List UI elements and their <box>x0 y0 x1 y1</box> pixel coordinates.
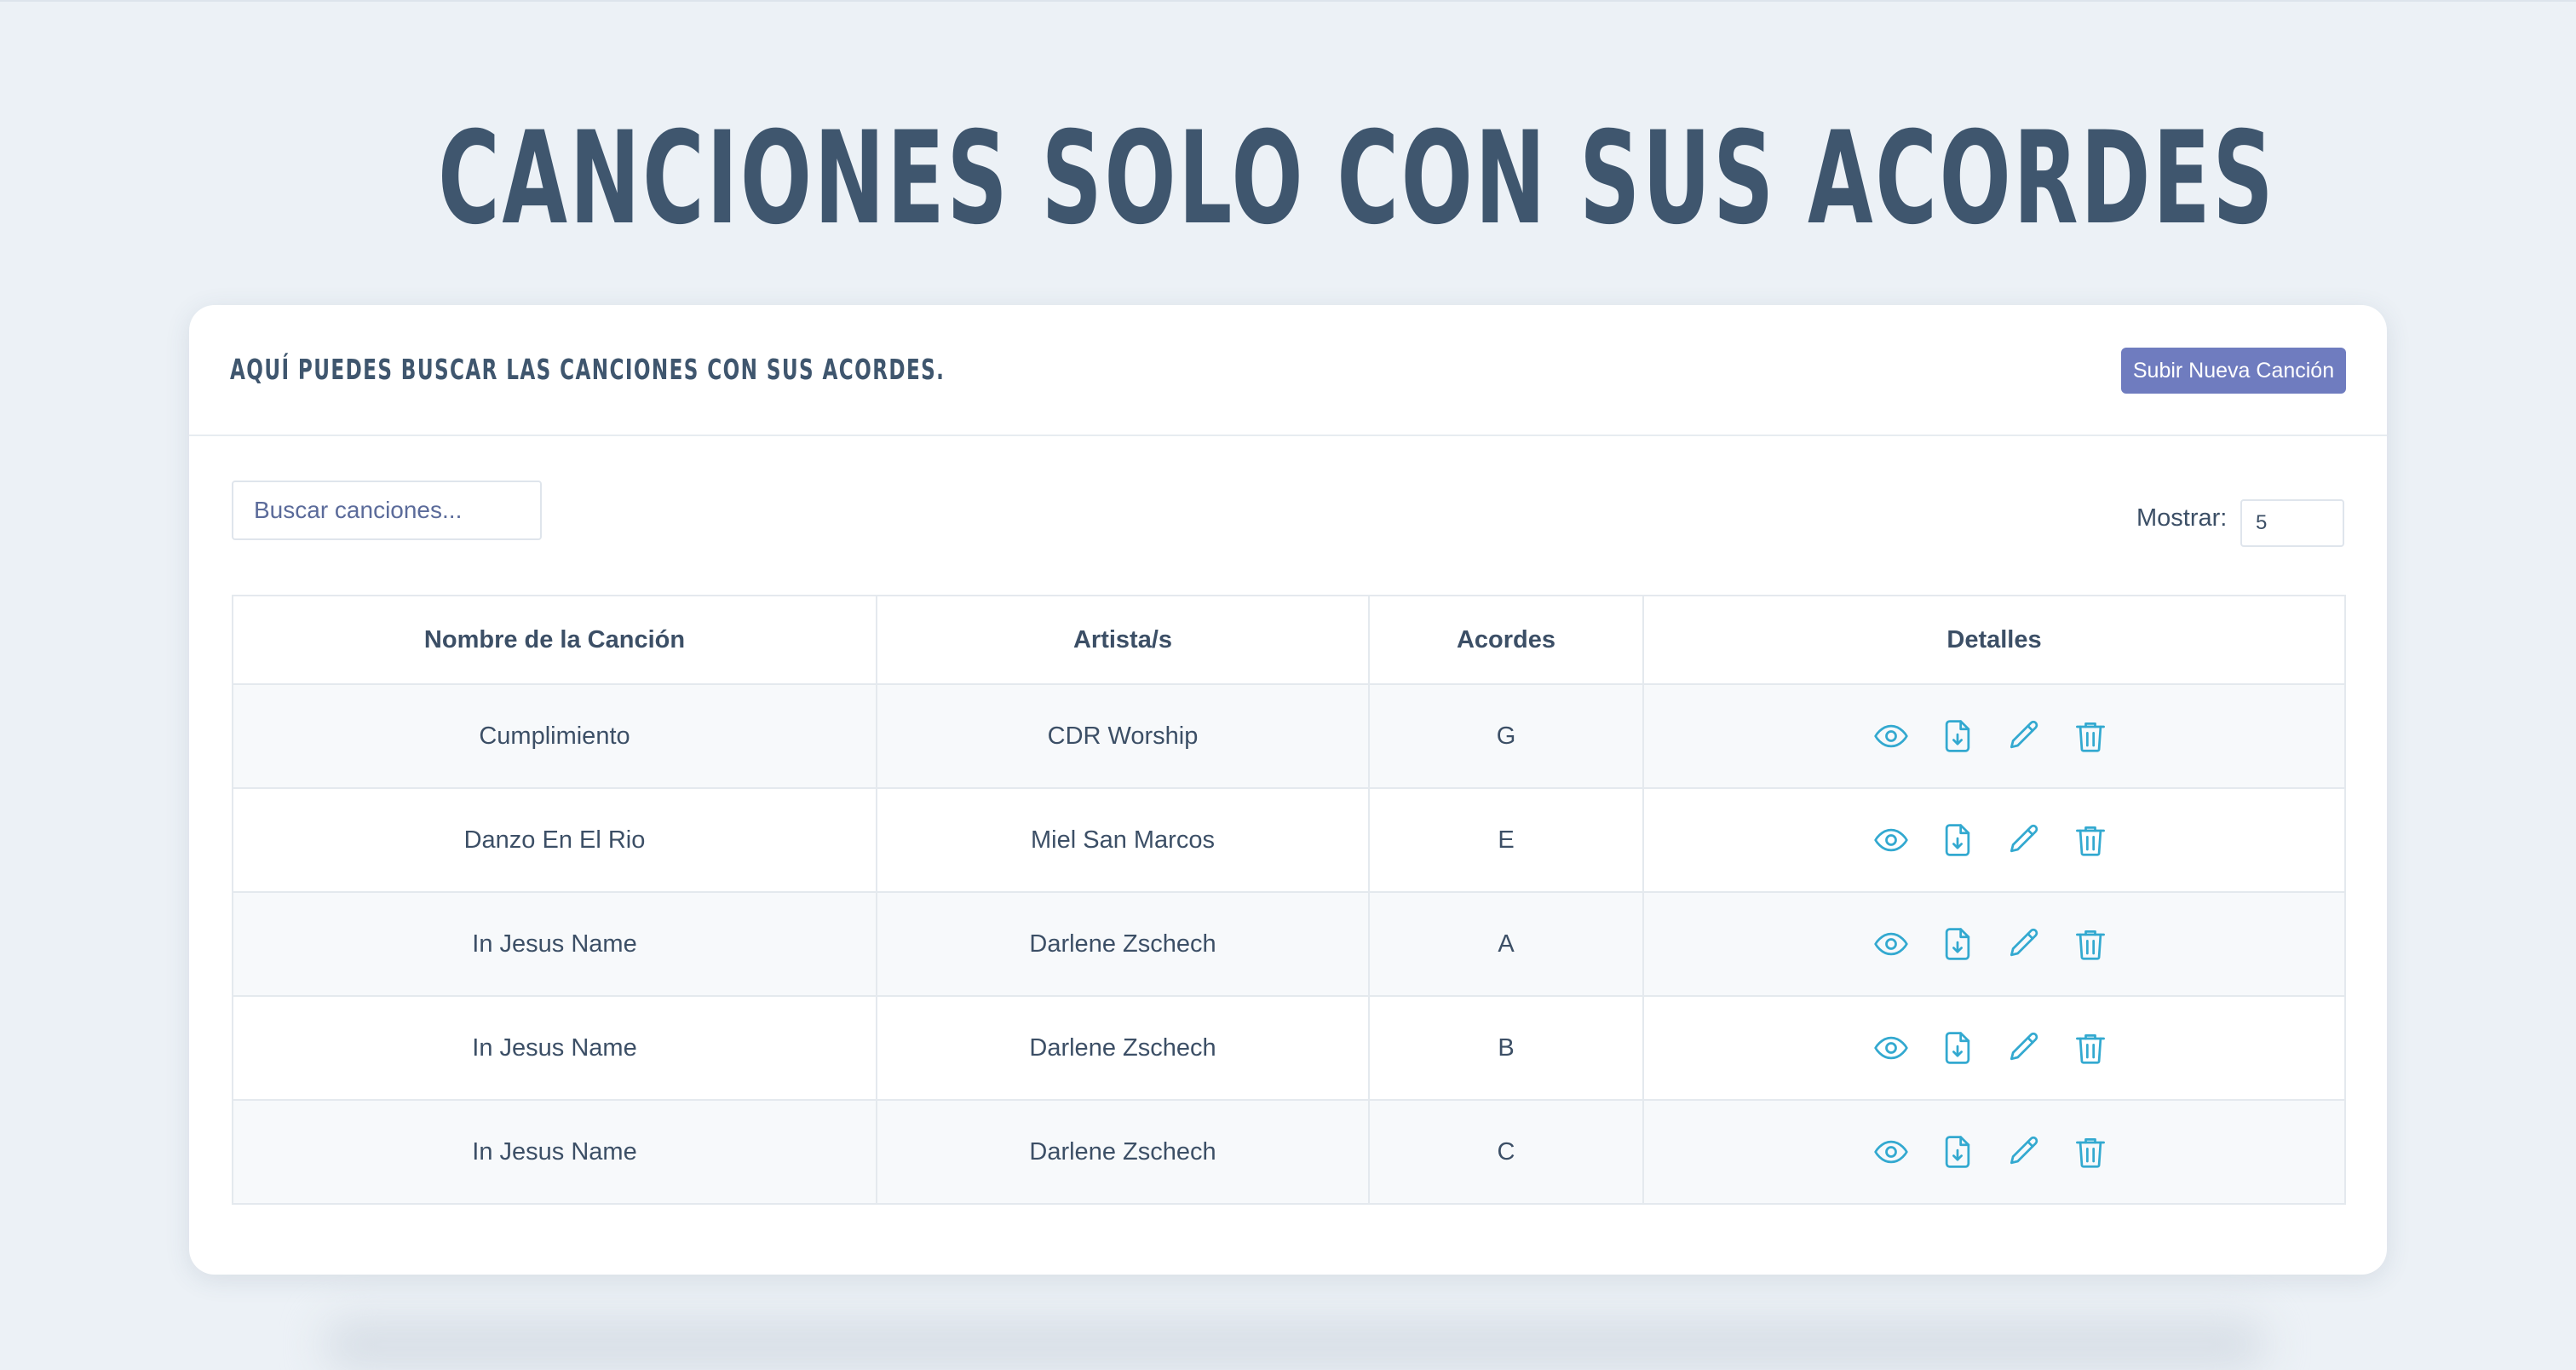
header-artist: Artista/s <box>876 595 1370 685</box>
table-row: In Jesus Name Darlene Zschech C <box>232 1099 2346 1205</box>
table-row: In Jesus Name Darlene Zschech A <box>232 891 2346 997</box>
chord-cell: E <box>1368 787 1644 893</box>
table-row: Danzo En El Rio Miel San Marcos E <box>232 787 2346 893</box>
song-name-cell: Danzo En El Rio <box>232 787 877 893</box>
trash-icon[interactable] <box>2072 821 2109 859</box>
trash-icon[interactable] <box>2072 717 2109 755</box>
header-chords: Acordes <box>1368 595 1644 685</box>
eye-icon[interactable] <box>1872 1133 1910 1171</box>
upload-song-button[interactable]: Subir Nueva Canción <box>2121 348 2346 394</box>
eye-icon[interactable] <box>1872 821 1910 859</box>
table-row: In Jesus Name Darlene Zschech B <box>232 995 2346 1101</box>
row-actions <box>1644 1029 2344 1067</box>
chord-cell: B <box>1368 995 1644 1101</box>
details-cell <box>1642 1099 2346 1205</box>
card-header: AQUÍ PUEDES BUSCAR LAS CANCIONES CON SUS… <box>189 305 2387 436</box>
artist-cell: Miel San Marcos <box>876 787 1370 893</box>
header-song-name: Nombre de la Canción <box>232 595 877 685</box>
song-name-cell: Cumplimiento <box>232 683 877 789</box>
top-border <box>0 0 2576 2</box>
row-actions <box>1644 925 2344 963</box>
show-label: Mostrar: <box>2136 504 2228 532</box>
header-details: Detalles <box>1642 595 2346 685</box>
trash-icon[interactable] <box>2072 1133 2109 1171</box>
card-subtitle: AQUÍ PUEDES BUSCAR LAS CANCIONES CON SUS… <box>230 353 946 386</box>
page-title: CANCIONES SOLO CON SUS ACORDES <box>438 105 2276 253</box>
row-actions <box>1644 717 2344 755</box>
details-cell <box>1642 891 2346 997</box>
pencil-icon[interactable] <box>2005 1133 2043 1171</box>
eye-icon[interactable] <box>1872 717 1910 755</box>
artist-cell: Darlene Zschech <box>876 995 1370 1101</box>
row-actions <box>1644 821 2344 859</box>
songs-card: AQUÍ PUEDES BUSCAR LAS CANCIONES CON SUS… <box>189 305 2387 1275</box>
chord-cell: C <box>1368 1099 1644 1205</box>
song-name-cell: In Jesus Name <box>232 891 877 997</box>
file-download-icon[interactable] <box>1939 1133 1976 1171</box>
pencil-icon[interactable] <box>2005 821 2043 859</box>
songs-table: Nombre de la Canción Artista/s Acordes D… <box>232 595 2346 1205</box>
trash-icon[interactable] <box>2072 925 2109 963</box>
file-download-icon[interactable] <box>1939 717 1976 755</box>
pencil-icon[interactable] <box>2005 717 2043 755</box>
row-actions <box>1644 1133 2344 1171</box>
artist-cell: Darlene Zschech <box>876 891 1370 997</box>
file-download-icon[interactable] <box>1939 1029 1976 1067</box>
pencil-icon[interactable] <box>2005 925 2043 963</box>
song-name-cell: In Jesus Name <box>232 1099 877 1205</box>
eye-icon[interactable] <box>1872 1029 1910 1067</box>
details-cell <box>1642 995 2346 1101</box>
details-cell <box>1642 787 2346 893</box>
chord-cell: G <box>1368 683 1644 789</box>
file-download-icon[interactable] <box>1939 925 1976 963</box>
show-count-input[interactable] <box>2240 499 2344 547</box>
file-download-icon[interactable] <box>1939 821 1976 859</box>
eye-icon[interactable] <box>1872 925 1910 963</box>
pencil-icon[interactable] <box>2005 1029 2043 1067</box>
trash-icon[interactable] <box>2072 1029 2109 1067</box>
chord-cell: A <box>1368 891 1644 997</box>
artist-cell: Darlene Zschech <box>876 1099 1370 1205</box>
table-row: Cumplimiento CDR Worship G <box>232 683 2346 789</box>
details-cell <box>1642 683 2346 789</box>
search-input[interactable] <box>232 481 542 540</box>
song-name-cell: In Jesus Name <box>232 995 877 1101</box>
table-header-row: Nombre de la Canción Artista/s Acordes D… <box>232 595 2346 685</box>
footer-shadow <box>324 1319 2266 1370</box>
artist-cell: CDR Worship <box>876 683 1370 789</box>
